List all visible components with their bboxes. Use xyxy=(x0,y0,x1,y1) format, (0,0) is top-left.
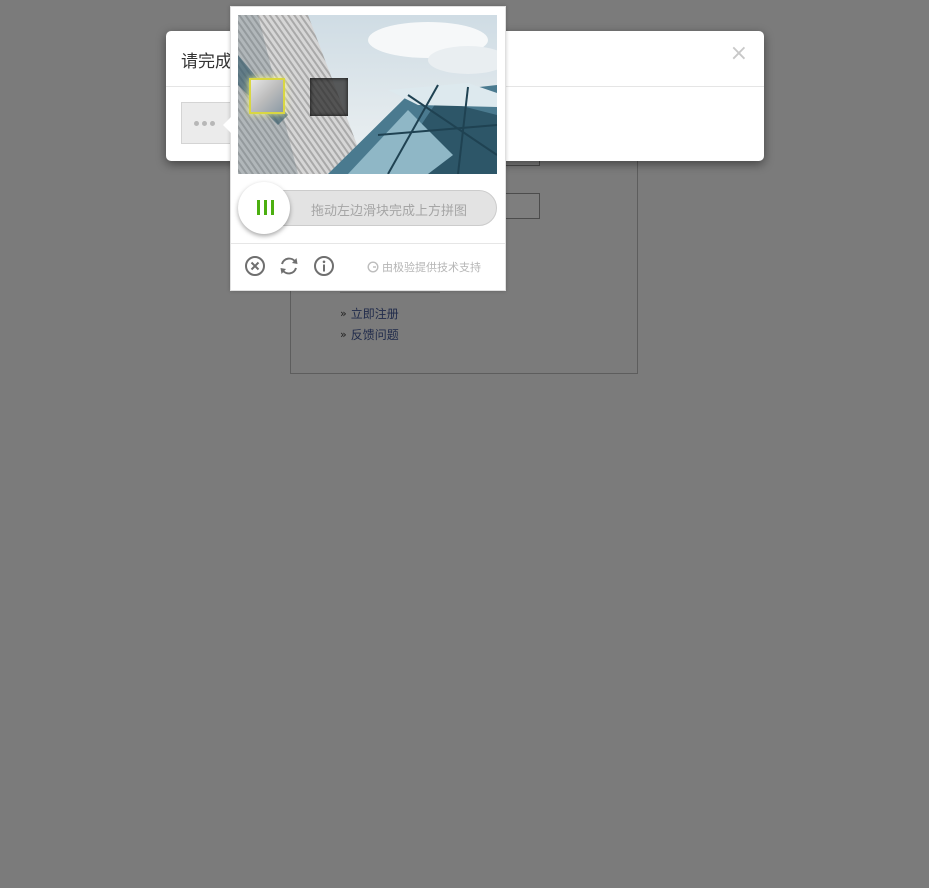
popup-arrow xyxy=(223,117,231,133)
divider xyxy=(231,243,505,244)
captcha-popup: 拖动左边滑块完成上方拼图 由极验提供技术支持 xyxy=(223,6,506,291)
modal-title: 请完成 xyxy=(181,52,232,72)
geetest-logo-icon xyxy=(367,261,379,273)
info-icon[interactable] xyxy=(313,255,335,277)
register-link-label: 立即注册 xyxy=(350,307,399,321)
refresh-icon[interactable] xyxy=(278,255,300,277)
close-circle-icon[interactable] xyxy=(244,255,266,277)
double-arrow-icon: » xyxy=(340,328,347,341)
credit-text: 由极验提供技术支持 xyxy=(382,261,481,274)
register-link[interactable]: » 立即注册 xyxy=(340,305,399,322)
puzzle-slot xyxy=(310,78,348,116)
slider-handle[interactable] xyxy=(238,182,290,234)
feedback-link-label: 反馈问题 xyxy=(350,328,399,342)
grip-icon xyxy=(257,200,274,215)
loading-dots-icon xyxy=(194,121,215,126)
feedback-link[interactable]: » 反馈问题 xyxy=(340,326,399,343)
double-arrow-icon: » xyxy=(340,307,347,320)
puzzle-image xyxy=(238,15,497,174)
provider-credit[interactable]: 由极验提供技术支持 xyxy=(367,259,481,275)
slider-hint: 拖动左边滑块完成上方拼图 xyxy=(311,204,468,219)
puzzle-piece[interactable] xyxy=(249,78,285,114)
modal-close-button[interactable]: × xyxy=(730,43,748,65)
